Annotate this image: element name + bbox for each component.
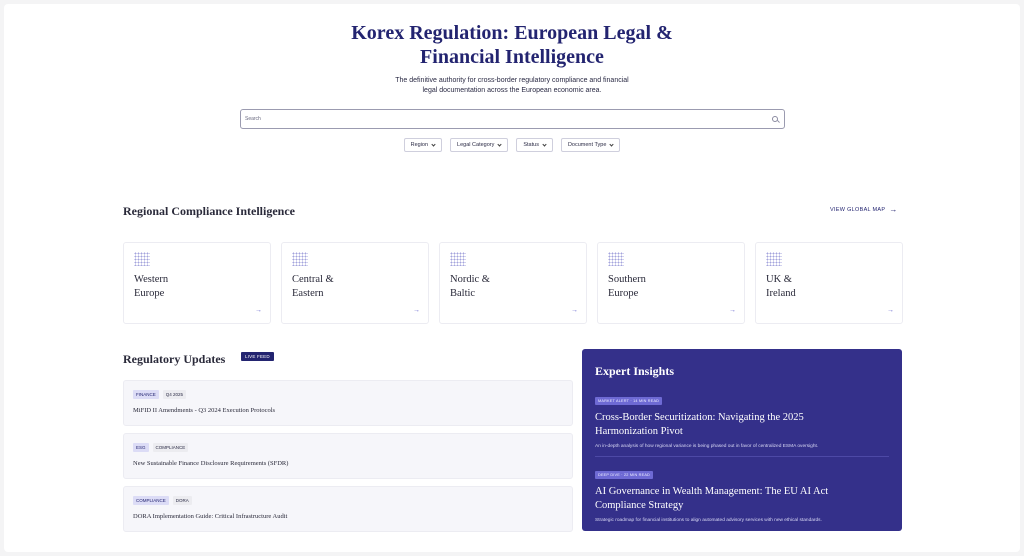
insight-title-line1: Cross-Border Securitization: Navigating … <box>595 412 804 423</box>
insight-title: AI Governance in Wealth Management: The … <box>595 485 889 513</box>
page-title: Korex Regulation: European Legal & Finan… <box>4 21 1020 69</box>
region-name-line1: UK & <box>766 274 792 285</box>
search-bar <box>240 109 785 129</box>
view-global-map-link[interactable]: VIEW GLOBAL MAP → <box>830 205 898 214</box>
filter-status[interactable]: Status <box>516 138 553 152</box>
insight-description: An in-depth analysis of how regional var… <box>595 444 819 449</box>
category-tag: COMPLIANCE <box>133 496 169 505</box>
region-name-line2: Europe <box>134 288 165 299</box>
insight-title-line2: Compliance Strategy <box>595 500 684 511</box>
arrow-right-icon: → <box>887 307 894 314</box>
chevron-down-icon <box>431 141 436 147</box>
filter-label: Legal Category <box>457 142 495 148</box>
arrow-right-icon: → <box>729 307 736 314</box>
page-title-line2: Financial Intelligence <box>420 46 604 68</box>
update-tags: FINANCE Q4 2025 <box>133 390 187 399</box>
arrow-right-icon: → <box>413 307 420 314</box>
expert-insights-panel: Expert Insights MARKET ALERT · 14 MIN RE… <box>582 349 902 531</box>
update-item[interactable]: FINANCE Q4 2025 MiFID II Amendments - Q3… <box>123 380 573 426</box>
arrow-right-icon: → <box>571 307 578 314</box>
expert-insights-title: Expert Insights <box>595 364 675 378</box>
region-name-line1: Southern <box>608 274 646 285</box>
insight-title-line1: AI Governance in Wealth Management: The … <box>595 486 829 497</box>
filter-label: Region <box>410 142 429 148</box>
page-title-line1: Korex Regulation: European Legal & <box>351 22 673 44</box>
regional-section-title: Regional Compliance Intelligence <box>123 204 295 218</box>
chevron-down-icon <box>609 141 614 147</box>
insight-title: Cross-Border Securitization: Navigating … <box>595 411 889 439</box>
page-subtitle: The definitive authority for cross-borde… <box>382 76 642 96</box>
region-card-central-eastern[interactable]: Central & Eastern → <box>281 242 429 324</box>
update-item[interactable]: ESG COMPLIANCE New Sustainable Finance D… <box>123 433 573 479</box>
secondary-tag: COMPLIANCE <box>152 443 189 452</box>
filter-legal-category[interactable]: Legal Category <box>450 138 509 152</box>
live-feed-badge: LIVE FEED <box>241 352 274 361</box>
divider <box>595 456 889 457</box>
region-name: Nordic & Baltic <box>450 273 490 301</box>
region-name-line2: Baltic <box>450 288 476 299</box>
region-name-line2: Ireland <box>766 288 796 299</box>
update-item[interactable]: COMPLIANCE DORA DORA Implementation Guid… <box>123 486 573 532</box>
page: Korex Regulation: European Legal & Finan… <box>4 4 1020 552</box>
region-card-nordic-baltic[interactable]: Nordic & Baltic → <box>439 242 587 324</box>
region-map-icon <box>608 252 624 266</box>
region-card-uk-ireland[interactable]: UK & Ireland → <box>755 242 903 324</box>
region-name-line1: Central & <box>292 274 334 285</box>
update-title: New Sustainable Finance Disclosure Requi… <box>133 460 289 467</box>
search-input[interactable] <box>245 112 765 126</box>
region-name: Western Europe <box>134 273 168 301</box>
insight-title-line2: Harmonization Pivot <box>595 426 683 437</box>
category-tag: FINANCE <box>133 390 159 399</box>
region-name-line1: Nordic & <box>450 274 490 285</box>
region-name-line2: Eastern <box>292 288 324 299</box>
filter-label: Status <box>523 142 539 148</box>
update-tags: COMPLIANCE DORA <box>133 496 192 505</box>
region-name: UK & Ireland <box>766 273 796 301</box>
arrow-right-icon: → <box>889 205 898 214</box>
insight-badge: MARKET ALERT · 14 MIN READ <box>595 397 663 405</box>
filter-label: Document Type <box>567 142 607 148</box>
region-card-western-europe[interactable]: Western Europe → <box>123 242 271 324</box>
region-cards: Western Europe → Central & Eastern → Nor… <box>123 242 903 324</box>
region-map-icon <box>766 252 782 266</box>
region-map-icon <box>450 252 466 266</box>
secondary-tag: DORA <box>172 496 192 505</box>
region-name-line1: Western <box>134 274 169 285</box>
filter-bar: Region Legal Category Status Document Ty… <box>4 138 1020 152</box>
chevron-down-icon <box>542 141 547 147</box>
update-title: MiFID II Amendments - Q3 2024 Execution … <box>133 407 276 414</box>
page-subtitle-line2: legal documentation across the European … <box>422 87 602 94</box>
region-map-icon <box>292 252 308 266</box>
filter-region[interactable]: Region <box>403 138 443 152</box>
region-name-line2: Europe <box>608 288 639 299</box>
update-tags: ESG COMPLIANCE <box>133 443 189 452</box>
insight-badge: DEEP DIVE · 22 MIN READ <box>595 471 654 479</box>
secondary-tag: Q4 2025 <box>162 390 187 399</box>
insight-item[interactable]: MARKET ALERT · 14 MIN READ Cross-Border … <box>595 389 889 449</box>
region-name: Central & Eastern <box>292 273 334 301</box>
chevron-down-icon <box>497 141 502 147</box>
filter-document-type[interactable]: Document Type <box>560 138 621 152</box>
region-map-icon <box>134 252 150 266</box>
search-icon[interactable] <box>772 116 778 122</box>
region-card-southern-europe[interactable]: Southern Europe → <box>597 242 745 324</box>
update-title: DORA Implementation Guide: Critical Infr… <box>133 513 288 520</box>
region-name: Southern Europe <box>608 273 646 301</box>
updates-section-title: Regulatory Updates <box>123 352 226 366</box>
insight-item[interactable]: DEEP DIVE · 22 MIN READ AI Governance in… <box>595 463 889 523</box>
category-tag: ESG <box>133 443 149 452</box>
page-subtitle-line1: The definitive authority for cross-borde… <box>395 77 629 84</box>
view-map-label: VIEW GLOBAL MAP <box>830 207 886 213</box>
insight-description: Strategic roadmap for financial institut… <box>595 518 822 523</box>
arrow-right-icon: → <box>255 307 262 314</box>
